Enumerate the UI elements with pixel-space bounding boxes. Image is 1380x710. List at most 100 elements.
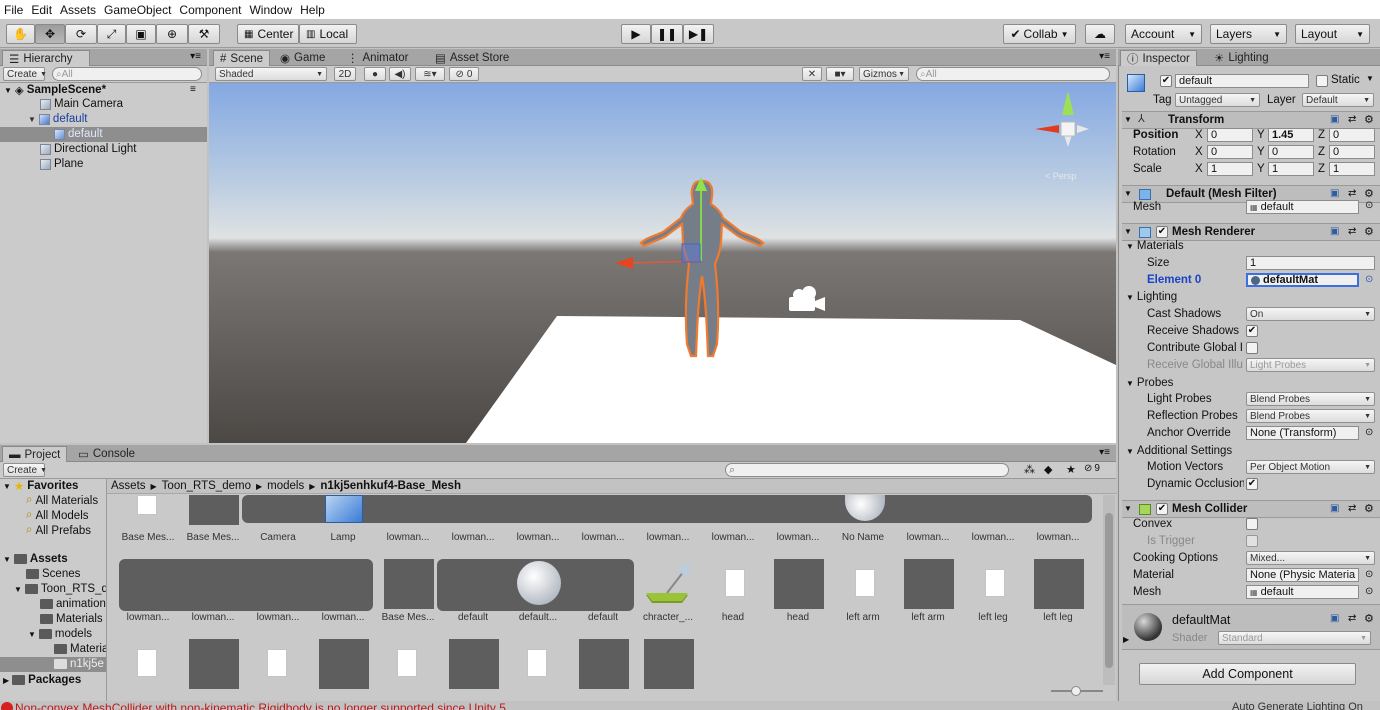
position-z-input[interactable]: 0 xyxy=(1329,128,1375,142)
mesh-renderer-header[interactable]: ▼ ✔ Mesh Renderer ▣ ⇄ ⚙ xyxy=(1122,223,1380,241)
mesh-thumbnail[interactable] xyxy=(384,559,434,609)
project-create-dropdown[interactable]: Create ▼ xyxy=(3,463,47,477)
space-local-toggle[interactable]: ▥ Local xyxy=(299,24,357,44)
cooking-options-dropdown[interactable]: Mixed... ▼ xyxy=(1246,551,1375,565)
asset-label[interactable]: Base Mes... xyxy=(116,532,180,543)
persp-label[interactable]: < Persp xyxy=(1045,171,1076,181)
mesh-thumbnail[interactable] xyxy=(449,639,499,689)
transform-header[interactable]: ▼ ⅄ Transform ▣ ⇄ ⚙ xyxy=(1122,111,1380,129)
transform-tool-button[interactable]: ⊕ xyxy=(156,24,188,44)
asset-label[interactable]: lowman... xyxy=(376,532,440,543)
asset-label[interactable]: head xyxy=(701,612,765,623)
tag-dropdown[interactable]: Untagged ▼ xyxy=(1175,93,1260,107)
menu-window[interactable]: Window xyxy=(245,3,296,17)
folder-materials[interactable]: Materials xyxy=(40,613,103,625)
preset-icon[interactable]: ⇄ xyxy=(1348,188,1356,199)
mesh-collider-header[interactable]: ▼ ✔ Mesh Collider ▣ ⇄ ⚙ xyxy=(1122,500,1380,518)
object-picker-icon[interactable]: ⊙ xyxy=(1365,427,1373,438)
project-search-input[interactable]: ⌕ xyxy=(725,463,1009,477)
mesh-collider-enabled-checkbox[interactable]: ✔ xyxy=(1156,503,1168,515)
scene-root[interactable]: ▼ ◈ SampleScene* xyxy=(4,83,106,97)
asset-label[interactable]: Base Mes... xyxy=(376,612,440,623)
preset-icon[interactable]: ⇄ xyxy=(1348,613,1356,624)
custom-tool-button[interactable]: ⚒ xyxy=(188,24,220,44)
file-thumbnail[interactable] xyxy=(397,649,417,677)
pause-button[interactable]: ❚❚ xyxy=(651,24,683,44)
asset-label[interactable]: lowman... xyxy=(701,532,765,543)
mesh-thumbnail[interactable] xyxy=(644,639,694,689)
scene-search-input[interactable]: ⌕ All xyxy=(916,67,1110,81)
help-icon[interactable]: ▣ xyxy=(1330,114,1339,125)
zoom-slider[interactable] xyxy=(1051,686,1103,696)
asset-label[interactable]: lowman... xyxy=(961,532,1025,543)
favorite-star-icon[interactable]: ★ xyxy=(1066,463,1076,476)
physic-material-field[interactable]: None (Physic Materia xyxy=(1246,568,1359,582)
gear-icon[interactable]: ⚙ xyxy=(1364,225,1374,238)
tree-item-default-child[interactable]: default xyxy=(54,128,103,140)
filter-label-icon[interactable]: ◆ xyxy=(1044,463,1052,476)
dynamic-occlusion-checkbox[interactable]: ✔ xyxy=(1246,478,1258,490)
gear-icon[interactable]: ⚙ xyxy=(1364,612,1374,625)
2d-toggle[interactable]: 2D xyxy=(334,67,356,81)
anchor-override-field[interactable]: None (Transform) xyxy=(1246,426,1359,440)
gear-icon[interactable]: ⚙ xyxy=(1364,113,1374,126)
folder-toon-rts[interactable]: ▼ Toon_RTS_d xyxy=(14,583,108,595)
gizmos-dropdown[interactable]: Gizmos ▼ xyxy=(859,67,909,81)
lighting-foldout[interactable]: ▼ Lighting xyxy=(1126,291,1177,303)
favorite-all-prefabs[interactable]: ⌕ All Prefabs xyxy=(26,524,91,537)
convex-checkbox[interactable] xyxy=(1246,518,1258,530)
gear-icon[interactable]: ⚙ xyxy=(1364,502,1374,515)
mesh-thumbnail[interactable] xyxy=(579,639,629,689)
mesh-thumbnail[interactable] xyxy=(904,559,954,609)
active-checkbox[interactable]: ✔ xyxy=(1160,75,1172,87)
asset-label[interactable]: lowman... xyxy=(116,612,180,623)
rotation-y-input[interactable]: 0 xyxy=(1268,145,1314,159)
move-tool-button[interactable]: ✥ xyxy=(35,24,65,44)
rect-tool-button[interactable]: ▣ xyxy=(126,24,156,44)
cloud-button[interactable]: ☁ xyxy=(1085,24,1115,44)
account-dropdown[interactable]: Account ▼ xyxy=(1125,24,1202,44)
scene-viewport[interactable]: < Persp xyxy=(209,83,1116,443)
asset-label[interactable]: Lamp xyxy=(311,532,375,543)
static-checkbox[interactable] xyxy=(1316,75,1328,87)
folder-scenes[interactable]: Scenes xyxy=(26,568,80,580)
rotation-x-input[interactable]: 0 xyxy=(1207,145,1253,159)
scale-tool-button[interactable]: ⤢ xyxy=(97,24,126,44)
layout-dropdown[interactable]: Layout ▼ xyxy=(1295,24,1370,44)
tab-lighting[interactable]: ☀ Lighting xyxy=(1208,50,1275,66)
add-component-button[interactable]: Add Component xyxy=(1139,663,1356,685)
zoom-slider-handle[interactable] xyxy=(1071,686,1081,696)
panel-menu-icon[interactable]: ▾≡ xyxy=(1099,447,1110,458)
layers-dropdown[interactable]: Layers ▼ xyxy=(1210,24,1287,44)
lighting-toggle[interactable]: ● xyxy=(364,67,386,81)
object-picker-icon[interactable]: ⊙ xyxy=(1365,274,1373,285)
favorites-root[interactable]: ▼ ★ Favorites xyxy=(3,479,78,493)
scale-x-input[interactable]: 1 xyxy=(1207,162,1253,176)
menu-component[interactable]: Component xyxy=(175,3,245,17)
file-thumbnail[interactable] xyxy=(137,649,157,677)
asset-label[interactable]: chracter_... xyxy=(636,612,700,623)
is-trigger-checkbox[interactable] xyxy=(1246,535,1258,547)
tab-project[interactable]: ▬ Project xyxy=(2,446,68,462)
preset-icon[interactable]: ⇄ xyxy=(1348,226,1356,237)
hierarchy-create-dropdown[interactable]: Create ▼ xyxy=(3,67,47,81)
hand-tool-button[interactable]: ✋ xyxy=(6,24,35,44)
object-picker-icon[interactable]: ⊙ xyxy=(1365,200,1373,211)
tree-item-directional-light[interactable]: Directional Light xyxy=(40,143,136,155)
asset-label[interactable]: Base Mes... xyxy=(181,532,245,543)
packages-root[interactable]: ▶ Packages xyxy=(3,674,81,686)
mesh-thumbnail[interactable] xyxy=(319,639,369,689)
asset-label[interactable]: default... xyxy=(506,612,570,623)
help-icon[interactable]: ▣ xyxy=(1330,503,1339,514)
asset-label[interactable]: lowman... xyxy=(766,532,830,543)
shading-dropdown[interactable]: Shaded ▼ xyxy=(215,67,327,81)
mesh-thumbnail[interactable] xyxy=(1034,559,1084,609)
scene-menu-icon[interactable]: ≡ xyxy=(190,84,196,95)
pivot-center-toggle[interactable]: ▦ Center xyxy=(237,24,299,44)
collapse-arrow-icon[interactable]: ▶ xyxy=(1123,635,1129,644)
play-button[interactable]: ▶ xyxy=(621,24,651,44)
asset-label[interactable]: head xyxy=(766,612,830,623)
status-error-message[interactable]: Non-convex MeshCollider with non-kinemat… xyxy=(15,701,509,710)
tab-inspector[interactable]: ⓘ Inspector xyxy=(1120,50,1197,66)
receive-gi-dropdown[interactable]: Light Probes ▼ xyxy=(1246,358,1375,372)
